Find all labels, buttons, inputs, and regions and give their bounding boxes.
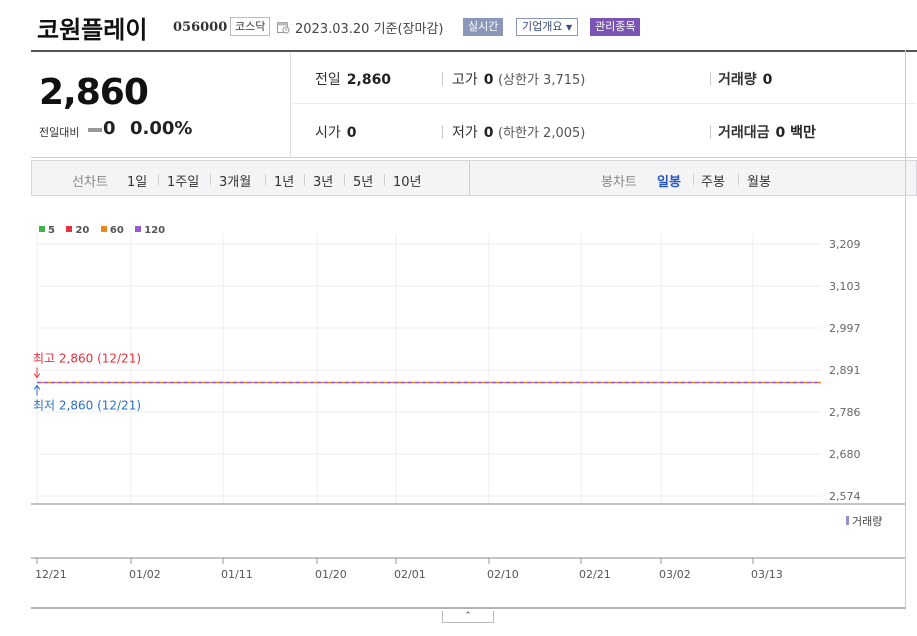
chart-period-tabs: 선차트 1일 1주일 3개월 1년 3년 5년 10년 봉차트 일봉 주봉 월봉 bbox=[31, 160, 917, 196]
x-tick-label: 02/21 bbox=[579, 568, 611, 581]
tab-divider bbox=[693, 174, 694, 185]
tab-5y[interactable]: 5년 bbox=[353, 171, 373, 190]
high-label: 고가 bbox=[452, 72, 478, 88]
x-tick-label: 01/11 bbox=[221, 568, 253, 581]
info-row-2: 시가 0 저가 0 (하한가 2,005) 거래대금 0 백만 bbox=[292, 105, 916, 157]
tab-divider bbox=[738, 174, 739, 185]
market-badge: 코스닥 bbox=[230, 17, 271, 36]
change-value: 0 bbox=[103, 118, 116, 139]
collapse-handle[interactable]: ⌃ bbox=[442, 611, 494, 623]
volume: 거래량 0 bbox=[718, 69, 772, 89]
y-tick-label: 3,103 bbox=[829, 280, 861, 293]
company-overview-dropdown[interactable]: 기업개요 ▼ bbox=[516, 18, 579, 36]
line-chart-label: 선차트 bbox=[72, 175, 108, 190]
tab-divider bbox=[344, 174, 345, 185]
change-label: 전일대비 bbox=[39, 126, 80, 139]
divider bbox=[710, 72, 711, 86]
tab-10y[interactable]: 10년 bbox=[393, 171, 422, 190]
amount-label: 거래대금 bbox=[718, 125, 770, 141]
high-value: 0 bbox=[483, 72, 494, 88]
tab-1y[interactable]: 1년 bbox=[274, 171, 294, 190]
open-price: 시가 0 bbox=[315, 122, 357, 142]
x-tick-label: 01/02 bbox=[129, 568, 161, 581]
tab-monthly[interactable]: 월봉 bbox=[747, 171, 771, 190]
chart-canvas[interactable]: 3,209 3,103 2,997 2,891 2,786 2,680 2,574 12/21… bbox=[31, 210, 917, 610]
upper-limit: (상한가 3,715) bbox=[497, 73, 586, 88]
up-arrow-icon bbox=[33, 384, 41, 396]
open-value: 0 bbox=[346, 125, 357, 141]
amount-value: 0 백만 bbox=[775, 125, 816, 141]
x-tick-label: 02/01 bbox=[394, 568, 426, 581]
tab-divider bbox=[384, 174, 385, 185]
trade-amount: 거래대금 0 백만 bbox=[718, 122, 816, 142]
down-arrow-icon bbox=[33, 367, 41, 379]
current-price-panel: 2,860 전일대비 0 0.00% bbox=[31, 52, 291, 158]
lower-limit: (하한가 2,005) bbox=[497, 126, 586, 141]
flat-change-icon bbox=[88, 128, 102, 132]
caret-down-icon: ▼ bbox=[565, 23, 573, 32]
high-annotation: 최고 2,860 (12/21) bbox=[33, 352, 141, 366]
y-tick-label: 3,209 bbox=[829, 238, 861, 251]
prev-close: 전일 2,860 bbox=[315, 69, 391, 89]
change-rate: 0.00% bbox=[130, 118, 193, 139]
high-price: 고가 0 (상한가 3,715) bbox=[452, 69, 585, 89]
stock-header: 코원플레이 056000 코스닥 2023.03.20 기준(장마감) 실시간 … bbox=[0, 0, 917, 48]
company-name: 코원플레이 bbox=[37, 16, 148, 44]
tab-3m[interactable]: 3개월 bbox=[219, 171, 251, 190]
line-chart-tabs: 선차트 1일 1주일 3개월 1년 3년 5년 10년 bbox=[32, 161, 470, 195]
volume-legend-label: 거래량 bbox=[852, 515, 882, 528]
x-tick-label: 03/13 bbox=[751, 568, 783, 581]
volume-value: 0 bbox=[762, 72, 773, 88]
tab-1d[interactable]: 1일 bbox=[127, 171, 147, 190]
x-tick-label: 12/21 bbox=[35, 568, 67, 581]
volume-swatch bbox=[846, 516, 849, 525]
y-tick-label: 2,680 bbox=[829, 448, 861, 461]
open-label: 시가 bbox=[315, 125, 341, 141]
stock-code: 056000 bbox=[173, 20, 228, 35]
calendar-icon bbox=[277, 22, 290, 34]
realtime-button[interactable]: 실시간 bbox=[463, 18, 504, 36]
tab-divider bbox=[210, 174, 211, 185]
tab-3y[interactable]: 3년 bbox=[313, 171, 333, 190]
y-tick-label: 2,574 bbox=[829, 490, 861, 503]
tab-1w[interactable]: 1주일 bbox=[167, 171, 199, 190]
y-tick-label: 2,786 bbox=[829, 406, 861, 419]
divider bbox=[442, 125, 443, 139]
divider bbox=[442, 72, 443, 86]
candle-chart-label: 봉차트 bbox=[601, 175, 637, 190]
chevron-up-icon: ⌃ bbox=[464, 611, 472, 621]
info-row-1: 전일 2,860 고가 0 (상한가 3,715) 거래량 0 bbox=[292, 52, 916, 104]
tab-divider bbox=[304, 174, 305, 185]
y-tick-label: 2,891 bbox=[829, 364, 861, 377]
tab-daily[interactable]: 일봉 bbox=[657, 171, 681, 190]
tab-divider bbox=[158, 174, 159, 185]
prev-close-label: 전일 bbox=[315, 72, 341, 88]
x-tick-label: 02/10 bbox=[487, 568, 519, 581]
y-tick-label: 2,997 bbox=[829, 322, 861, 335]
low-label: 저가 bbox=[452, 125, 478, 141]
prev-close-value: 2,860 bbox=[346, 72, 392, 88]
price-summary: 2,860 전일대비 0 0.00% 전일 2,860 고가 0 (상한가 3,71… bbox=[31, 50, 917, 158]
right-edge bbox=[905, 50, 917, 610]
low-value: 0 bbox=[483, 125, 494, 141]
tab-divider bbox=[265, 174, 266, 185]
low-price: 저가 0 (하한가 2,005) bbox=[452, 122, 585, 142]
x-tick-label: 03/02 bbox=[659, 568, 691, 581]
low-annotation: 최저 2,860 (12/21) bbox=[33, 399, 141, 413]
managed-stock-badge[interactable]: 관리종목 bbox=[590, 18, 641, 36]
divider bbox=[710, 125, 711, 139]
base-date: 2023.03.20 기준(장마감) bbox=[295, 22, 444, 37]
current-price: 2,860 bbox=[39, 72, 149, 113]
company-overview-label: 기업개요 bbox=[522, 20, 563, 33]
tab-weekly[interactable]: 주봉 bbox=[701, 171, 725, 190]
volume-label: 거래량 bbox=[718, 72, 757, 88]
price-chart[interactable]: 5 20 60 120 3,209 3,103 2,997 2,891 2,786 2,6… bbox=[31, 210, 917, 610]
x-tick-label: 01/20 bbox=[315, 568, 347, 581]
